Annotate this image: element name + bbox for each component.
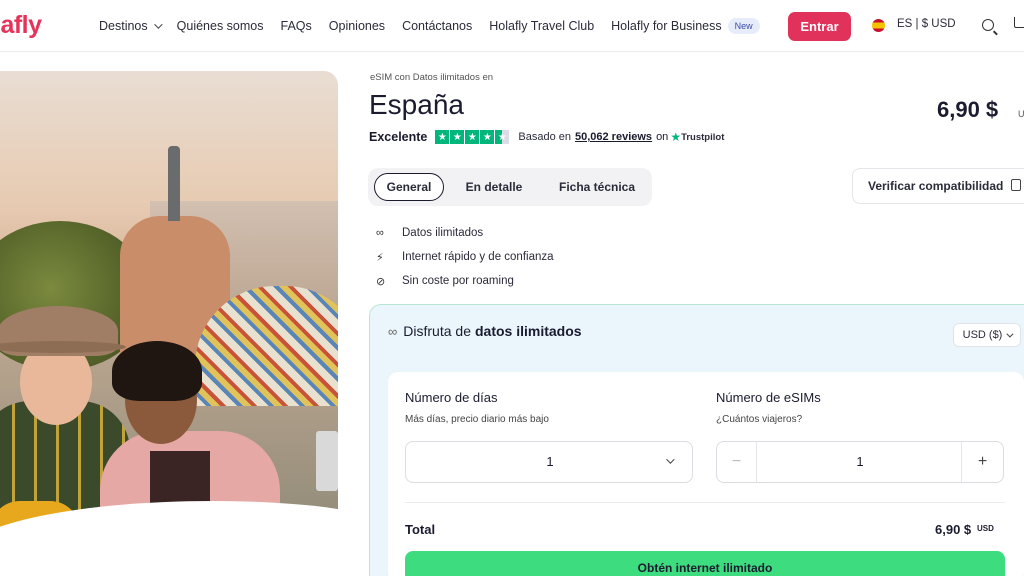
esims-hint: ¿Cuántos viajeros? — [716, 414, 803, 425]
divider — [405, 502, 1005, 503]
feature-item: ∞ Datos ilimitados — [376, 221, 554, 245]
cart-icon[interactable] — [1014, 17, 1024, 28]
feature-label: Datos ilimitados — [402, 227, 484, 239]
tab-general[interactable]: General — [374, 173, 444, 201]
feature-label: Internet rápido y de confianza — [402, 251, 554, 263]
decrement-button[interactable]: − — [717, 442, 757, 482]
reviews-link[interactable]: 50,062 reviews — [575, 131, 652, 143]
rating-row: Excelente ★ ★ ★ ★ ★ Basado en 50,062 rev… — [369, 130, 724, 144]
days-value: 1 — [546, 454, 554, 469]
product-subtitle: eSIM con Datos ilimitados en — [370, 72, 494, 83]
product-price: 6,90 $ — [937, 97, 999, 122]
search-icon[interactable] — [982, 19, 994, 31]
esims-label: Número de eSIMs — [716, 390, 821, 405]
chevron-down-icon — [153, 20, 163, 29]
infinity-icon: ∞ — [376, 227, 384, 239]
login-button[interactable]: Entrar — [788, 12, 851, 41]
trustpilot-name: Trustpilot — [681, 131, 725, 143]
total-label: Total — [405, 522, 436, 537]
lightning-icon: ⚡ — [376, 251, 384, 264]
tab-en-detalle[interactable]: En detalle — [458, 173, 530, 201]
external-link-icon — [1011, 179, 1021, 191]
plan-title: ∞ Disfruta de datos ilimitados — [388, 323, 582, 339]
trustpilot-star-icon: ★ — [670, 130, 682, 144]
total-unit: USD — [977, 524, 994, 533]
currency-value: USD ($) — [962, 329, 1003, 341]
chevron-down-icon — [1006, 330, 1014, 338]
product-title: España — [369, 89, 464, 120]
feature-item: ⚡ Internet rápido y de confianza — [376, 245, 554, 269]
nav-destinos[interactable]: Destinos — [99, 18, 163, 34]
increment-button[interactable]: + — [961, 442, 1003, 482]
nav-faqs[interactable]: FAQs — [281, 18, 312, 34]
photo-phone — [316, 431, 338, 491]
get-internet-button[interactable]: Obtén internet ilimitado — [405, 551, 1005, 576]
days-select[interactable]: 1 — [405, 441, 693, 483]
esims-stepper: − 1 + — [716, 441, 1004, 483]
no-signal-icon: ⊘ — [376, 275, 386, 288]
on-text: on — [656, 131, 669, 143]
nav-opiniones[interactable]: Opiniones — [329, 18, 385, 34]
rating-label: Excelente — [369, 130, 428, 144]
nav-business[interactable]: Holafly for Business New — [611, 18, 760, 34]
star-icon: ★ — [435, 130, 450, 144]
star-icon: ★ — [465, 130, 480, 144]
nav-travel-club[interactable]: Holafly Travel Club — [489, 18, 594, 34]
hero-photo — [0, 71, 338, 541]
nav-contactanos[interactable]: Contáctanos — [402, 18, 472, 34]
nav-destinos-label: Destinos — [99, 19, 148, 33]
locale-selector[interactable]: ES | $ USD — [897, 18, 956, 30]
based-on-text: Basado en — [518, 131, 571, 143]
tab-ficha-tecnica[interactable]: Ficha técnica — [550, 173, 644, 201]
half-star-icon: ★ — [495, 130, 510, 144]
plan-title-prefix: Disfruta de — [403, 323, 471, 339]
nav-business-label: Holafly for Business — [611, 19, 722, 33]
product-price-unit: U — [1018, 109, 1024, 119]
feature-item: ⊘ Sin coste por roaming — [376, 269, 554, 293]
verify-compatibility-button[interactable]: Verificar compatibilidad — [852, 168, 1024, 204]
holafly-logo[interactable]: lafly — [0, 11, 42, 40]
currency-select[interactable]: USD ($) — [953, 323, 1021, 347]
feature-list: ∞ Datos ilimitados ⚡ Internet rápido y d… — [376, 221, 554, 293]
nav-quienes-somos[interactable]: Quiénes somos — [177, 18, 264, 34]
spain-flag-icon[interactable] — [872, 19, 885, 32]
days-hint: Más días, precio diario más bajo — [405, 414, 549, 425]
main-nav: Destinos Quiénes somos FAQs Opiniones Co… — [99, 18, 777, 34]
plan-title-bold: datos ilimitados — [474, 323, 582, 339]
photo-tower — [168, 146, 180, 221]
star-icon: ★ — [480, 130, 495, 144]
trustpilot-stars: ★ ★ ★ ★ ★ — [435, 130, 510, 144]
product-tabs: General En detalle Ficha técnica — [368, 168, 652, 206]
new-badge: New — [727, 18, 760, 34]
top-header: lafly Destinos Quiénes somos FAQs Opinio… — [0, 0, 1024, 52]
total-value: 6,90 $ — [935, 522, 972, 537]
feature-label: Sin coste por roaming — [402, 275, 514, 287]
star-icon: ★ — [450, 130, 465, 144]
photo-person2-hair — [112, 341, 202, 401]
infinity-icon: ∞ — [388, 323, 398, 339]
days-label: Número de días — [405, 390, 498, 405]
esims-value[interactable]: 1 — [757, 454, 963, 469]
